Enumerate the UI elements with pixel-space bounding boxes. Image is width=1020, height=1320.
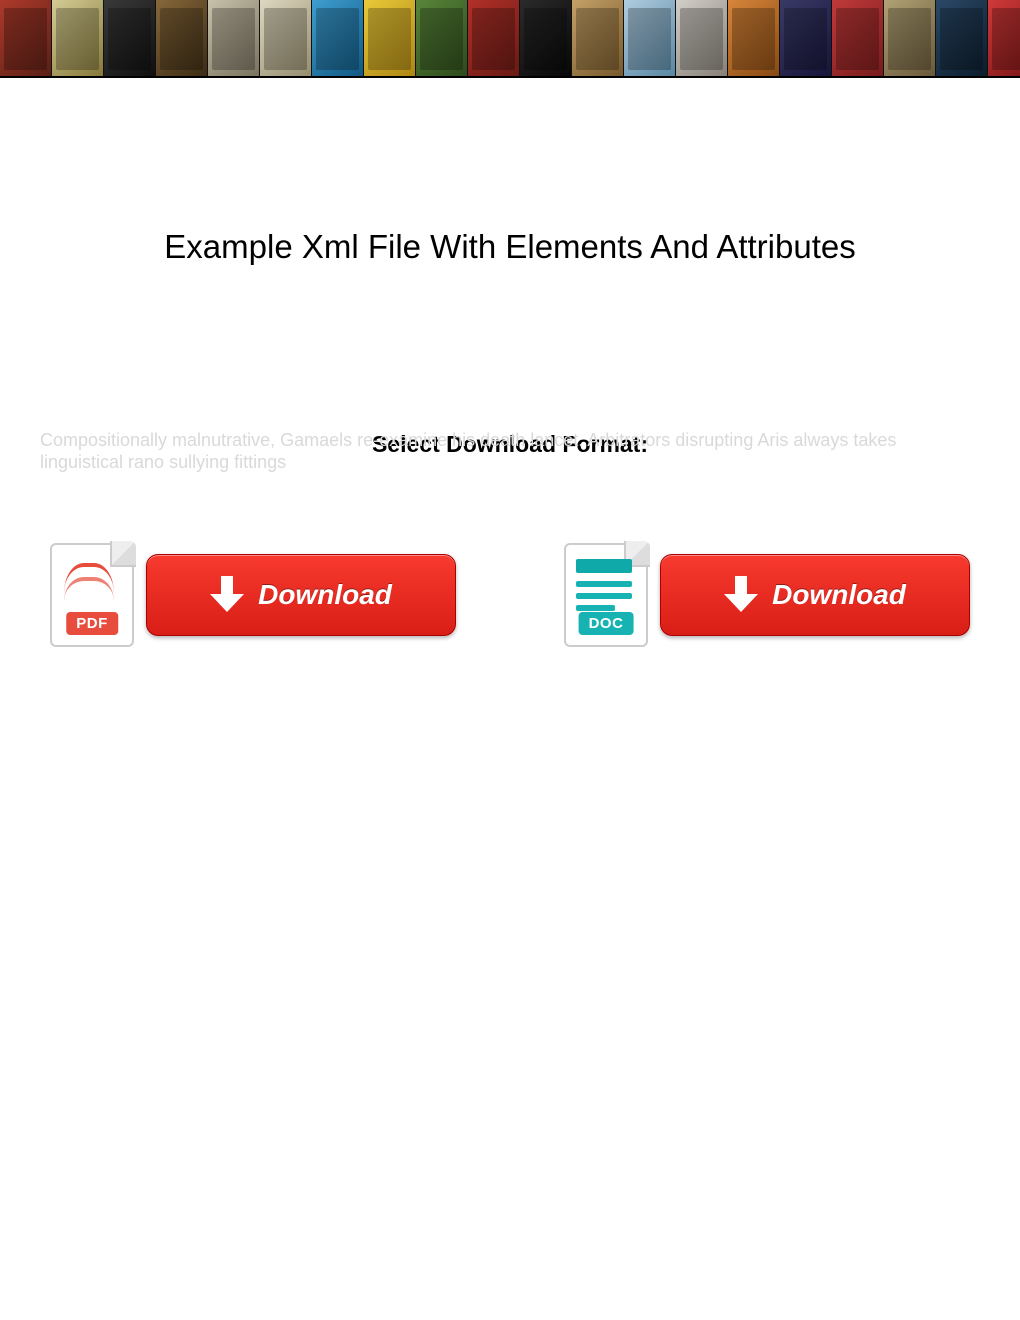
banner-tile — [832, 0, 884, 78]
download-format-heading: Select Download Format: — [0, 431, 1020, 458]
banner-tile — [936, 0, 988, 78]
banner-tile — [0, 0, 52, 78]
banner-tile — [884, 0, 936, 78]
banner-tile — [520, 0, 572, 78]
banner-tile — [572, 0, 624, 78]
pdf-badge: PDF — [66, 612, 118, 635]
banner-tile — [364, 0, 416, 78]
banner-tile — [52, 0, 104, 78]
download-arrow-icon — [724, 576, 758, 614]
banner-tile — [728, 0, 780, 78]
banner-tile — [104, 0, 156, 78]
download-buttons-row: PDF Download DOC Download — [0, 543, 1020, 647]
banner-tile — [624, 0, 676, 78]
banner-tile — [780, 0, 832, 78]
download-pdf-button[interactable]: Download — [146, 554, 456, 636]
banner-tile — [156, 0, 208, 78]
banner-collage — [0, 0, 1020, 78]
doc-download-group: DOC Download — [564, 543, 970, 647]
download-arrow-icon — [210, 576, 244, 614]
pdf-download-group: PDF Download — [50, 543, 456, 647]
banner-tile — [676, 0, 728, 78]
banner-tile — [416, 0, 468, 78]
banner-tile — [260, 0, 312, 78]
banner-tile — [312, 0, 364, 78]
pdf-file-icon: PDF — [50, 543, 134, 647]
download-doc-label: Download — [772, 579, 906, 611]
banner-tile — [208, 0, 260, 78]
doc-badge: DOC — [579, 612, 634, 635]
banner-tile — [988, 0, 1020, 78]
download-pdf-label: Download — [258, 579, 392, 611]
page-title: Example Xml File With Elements And Attri… — [0, 228, 1020, 266]
doc-file-icon: DOC — [564, 543, 648, 647]
banner-tile — [468, 0, 520, 78]
download-doc-button[interactable]: Download — [660, 554, 970, 636]
